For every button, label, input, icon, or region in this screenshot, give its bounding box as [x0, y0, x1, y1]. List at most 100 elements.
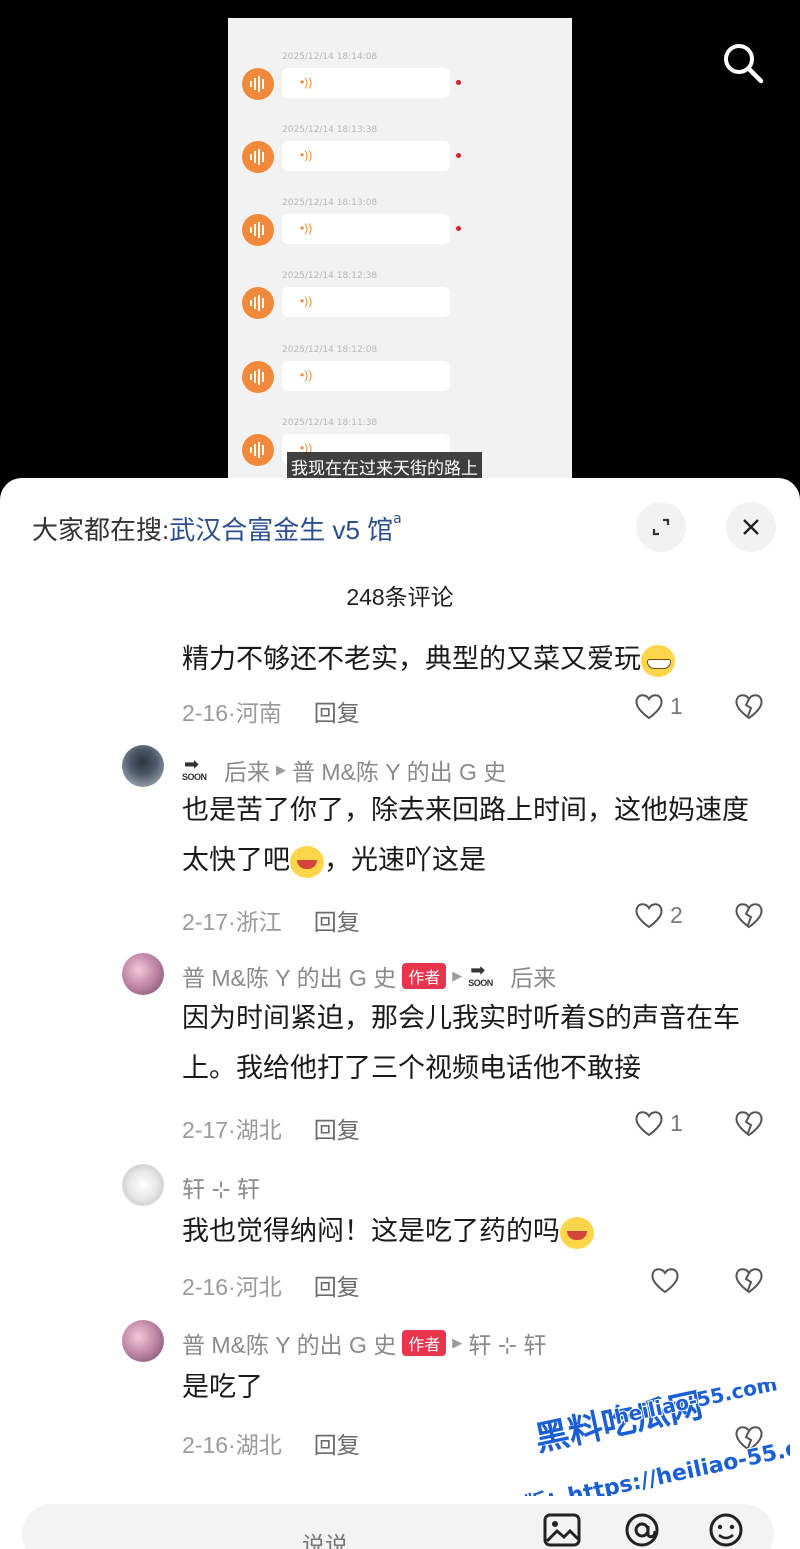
avatar[interactable]	[122, 1320, 164, 1362]
dislike-button[interactable]	[734, 692, 764, 725]
comment-meta: 2-16·湖北 回复	[182, 1432, 360, 1458]
voice-bubble: •))	[282, 141, 450, 171]
broken-heart-icon	[735, 1111, 763, 1137]
comment-author[interactable]: 普 M&陈 Y 的出 G 史	[182, 959, 396, 993]
avatar[interactable]	[122, 1164, 164, 1206]
comment-author-line: 普 M&陈 Y 的出 G 史 作者 ▶ 轩 ⊹ 轩	[182, 1326, 546, 1360]
reply-button[interactable]: 回复	[314, 1432, 360, 1458]
like-button[interactable]: 1	[634, 692, 683, 720]
comment-text-tail: ，光速吖这是	[324, 845, 486, 875]
voice-message: 2025/12/14 18:12:38 •))	[228, 271, 572, 343]
comment-count: 248条评论	[346, 584, 454, 610]
hot-search-keyword[interactable]: 武汉合富金生 v5 馆	[169, 515, 393, 545]
voice-wave-icon: •))	[300, 148, 313, 162]
cry-laugh-emoji-icon	[560, 1216, 594, 1249]
voice-message: 2025/12/14 18:14:08 •))	[228, 52, 572, 124]
comment-region: 湖北	[235, 1117, 282, 1143]
reply-to-user[interactable]: 后来	[510, 959, 556, 993]
unread-dot	[456, 226, 461, 231]
close-icon	[743, 519, 759, 535]
dislike-button[interactable]	[734, 1424, 764, 1457]
voice-wave-icon: •))	[300, 294, 313, 308]
comment-author[interactable]: 普 M&陈 Y 的出 G 史	[182, 1326, 396, 1360]
dislike-button[interactable]	[734, 901, 764, 934]
comment-composer: 说说	[0, 1496, 800, 1549]
comment-meta: 2-17·浙江 回复	[182, 909, 360, 935]
expand-button[interactable]	[636, 502, 686, 552]
heart-icon	[635, 903, 663, 929]
video-player[interactable]: 2025/12/14 18:14:08 •)) 2025/12/14 18:13…	[0, 0, 800, 490]
cry-laugh-emoji-icon	[290, 845, 324, 878]
comment-input-placeholder: 说说	[302, 1532, 348, 1549]
dislike-button[interactable]	[734, 1109, 764, 1142]
comment-meta: 2-16·河南 回复	[182, 700, 360, 726]
voice-bubble: •))	[282, 68, 450, 98]
like-button[interactable]: 2	[634, 901, 683, 929]
emoji-icon[interactable]	[706, 1512, 746, 1549]
video-frame-chat-screenshot: 2025/12/14 18:14:08 •)) 2025/12/14 18:13…	[228, 18, 572, 490]
avatar[interactable]	[122, 745, 164, 787]
reply-button[interactable]: 回复	[314, 909, 360, 935]
comment-text: 精力不够还不老实，典型的又菜又爱玩	[182, 634, 772, 684]
voice-bubble: •))	[282, 287, 450, 317]
like-button[interactable]	[650, 1266, 686, 1294]
voice-avatar	[242, 141, 274, 173]
message-timestamp: 2025/12/14 18:14:08	[282, 52, 378, 62]
soon-badge-icon: ➡ SOON	[468, 960, 493, 988]
comment-date: 2-17	[182, 1117, 229, 1143]
reply-to-user[interactable]: 轩 ⊹ 轩	[468, 1326, 546, 1360]
hot-search-bar[interactable]: 大家都在搜:武汉合富金生 v5 馆𝖺	[32, 510, 402, 547]
comment-text-body: 我也觉得纳闷！这是吃了药的吗	[182, 1216, 560, 1246]
broken-heart-icon	[735, 1426, 763, 1452]
avatar[interactable]	[122, 953, 164, 995]
author-badge-text: SOON	[182, 772, 207, 782]
comment-sheet: 大家都在搜:武汉合富金生 v5 馆𝖺 248条评论 精力不够还不老实，典型的又菜…	[0, 478, 800, 1549]
comment-text: 是吃了	[182, 1372, 263, 1402]
broken-heart-icon	[735, 694, 763, 720]
comment-date: 2-17	[182, 909, 229, 935]
like-button[interactable]: 1	[634, 1109, 683, 1137]
heart-icon	[635, 1111, 663, 1137]
comment-date: 2-16	[182, 700, 229, 726]
voice-avatar	[242, 287, 274, 319]
like-count: 1	[670, 692, 683, 719]
comment-region: 浙江	[235, 909, 282, 935]
reply-to-user[interactable]: 普 M&陈 Y 的出 G 史	[292, 753, 506, 787]
reply-arrow-icon: ▶	[276, 762, 286, 777]
comment-region: 河南	[235, 700, 282, 726]
voice-bubble: •))	[282, 361, 450, 391]
at-icon[interactable]	[622, 1512, 662, 1549]
reply-arrow-icon: ▶	[452, 968, 463, 983]
comment-author-line: 普 M&陈 Y 的出 G 史 作者 ▶ ➡ SOON 后来	[182, 959, 556, 993]
voice-message: 2025/12/14 18:12:08 •))	[228, 345, 572, 417]
image-icon[interactable]	[542, 1512, 582, 1549]
voice-bubble: •))	[282, 214, 450, 244]
reply-button[interactable]: 回复	[314, 1274, 360, 1300]
reply-button[interactable]: 回复	[314, 700, 360, 726]
comment-meta: 2-17·湖北 回复	[182, 1117, 360, 1143]
video-subtitle: 我现在在过来天街的路上	[287, 452, 482, 479]
close-button[interactable]	[726, 502, 776, 552]
voice-avatar	[242, 68, 274, 100]
unread-dot	[456, 153, 461, 158]
heart-icon	[651, 1268, 679, 1294]
soon-badge-icon: ➡ SOON	[182, 754, 207, 782]
author-tag: 作者	[402, 1330, 447, 1356]
voice-wave-icon: •))	[300, 221, 313, 235]
comment-text: 因为时间紧迫，那会儿我实时听着S的声音在车上。我给他打了三个视频电话他不敢接	[182, 1003, 741, 1083]
expand-icon	[652, 518, 670, 536]
comment-text: 我也觉得纳闷！这是吃了药的吗	[182, 1206, 772, 1256]
search-icon[interactable]	[720, 40, 766, 86]
comment-author[interactable]: 轩 ⊹ 轩	[182, 1170, 260, 1204]
message-timestamp: 2025/12/14 18:13:38	[282, 125, 378, 135]
broken-heart-icon	[735, 1268, 763, 1294]
message-timestamp: 2025/12/14 18:11:38	[282, 418, 378, 428]
dislike-button[interactable]	[734, 1266, 764, 1299]
comment-text: 也是苦了你了，除去来回路上时间，这他妈速度太快了吧 ，光速吖这是	[182, 785, 772, 885]
message-timestamp: 2025/12/14 18:13:08	[282, 198, 378, 208]
voice-wave-icon: •))	[300, 75, 313, 89]
message-timestamp: 2025/12/14 18:12:38	[282, 271, 378, 281]
reply-button[interactable]: 回复	[314, 1117, 360, 1143]
voice-message: 2025/12/14 18:13:38 •))	[228, 125, 572, 197]
comment-author[interactable]: 后来	[224, 753, 270, 787]
